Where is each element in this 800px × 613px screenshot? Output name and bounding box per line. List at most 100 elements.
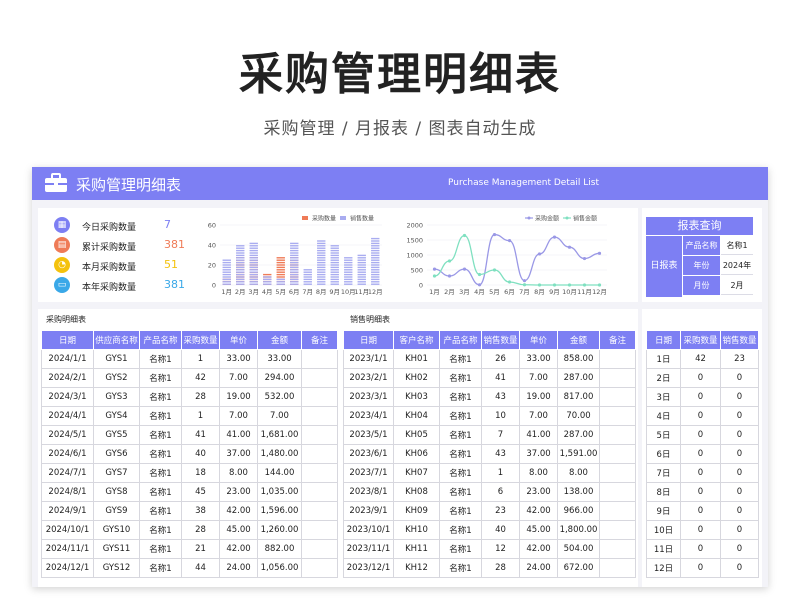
- table-cell[interactable]: [301, 425, 338, 445]
- table-cell[interactable]: KH12: [393, 558, 440, 578]
- table-cell[interactable]: 1,596.00: [257, 501, 302, 521]
- table-cell[interactable]: 8.00: [519, 463, 558, 483]
- table-cell[interactable]: 10日: [646, 520, 681, 540]
- table-cell[interactable]: 名称1: [439, 368, 482, 388]
- table-cell[interactable]: KH11: [393, 539, 440, 559]
- table-cell[interactable]: 1,480.00: [257, 444, 302, 464]
- table-cell[interactable]: 532.00: [257, 387, 302, 407]
- table-cell[interactable]: 42.00: [219, 501, 258, 521]
- table-cell[interactable]: 1,591.00: [557, 444, 600, 464]
- table-cell[interactable]: 2023/1/1: [343, 349, 394, 369]
- table-cell[interactable]: 名称1: [139, 520, 182, 540]
- table-cell[interactable]: KH02: [393, 368, 440, 388]
- table-cell[interactable]: 名称1: [439, 349, 482, 369]
- table-cell[interactable]: 42.00: [219, 539, 258, 559]
- table-cell[interactable]: 2024/9/1: [41, 501, 94, 521]
- table-cell[interactable]: 138.00: [557, 482, 600, 502]
- table-cell[interactable]: 0: [720, 463, 759, 483]
- table-cell[interactable]: 7.00: [219, 368, 258, 388]
- table-cell[interactable]: 2024/6/1: [41, 444, 94, 464]
- table-cell[interactable]: KH01: [393, 349, 440, 369]
- table-cell[interactable]: GYS2: [93, 368, 140, 388]
- table-cell[interactable]: 0: [680, 368, 721, 388]
- table-cell[interactable]: 2024/7/1: [41, 463, 94, 483]
- table-cell[interactable]: 40: [481, 520, 520, 540]
- table-cell[interactable]: 名称1: [139, 406, 182, 426]
- table-cell[interactable]: 10: [481, 406, 520, 426]
- table-cell[interactable]: 966.00: [557, 501, 600, 521]
- table-cell[interactable]: GYS10: [93, 520, 140, 540]
- table-cell[interactable]: 2023/11/1: [343, 539, 394, 559]
- table-cell[interactable]: 37.00: [219, 444, 258, 464]
- table-cell[interactable]: GYS12: [93, 558, 140, 578]
- table-cell[interactable]: [301, 501, 338, 521]
- table-cell[interactable]: [599, 406, 636, 426]
- table-cell[interactable]: 2023/9/1: [343, 501, 394, 521]
- table-cell[interactable]: 45.00: [219, 520, 258, 540]
- table-cell[interactable]: 28: [181, 520, 220, 540]
- table-cell[interactable]: 12日: [646, 558, 681, 578]
- table-cell[interactable]: 43: [481, 444, 520, 464]
- table-cell[interactable]: KH10: [393, 520, 440, 540]
- table-cell[interactable]: 23.00: [219, 482, 258, 502]
- table-cell[interactable]: 45.00: [519, 520, 558, 540]
- table-cell[interactable]: [599, 558, 636, 578]
- table-cell[interactable]: 40: [181, 444, 220, 464]
- table-cell[interactable]: 42.00: [519, 501, 558, 521]
- table-cell[interactable]: 2024/5/1: [41, 425, 94, 445]
- table-cell[interactable]: [599, 463, 636, 483]
- table-cell[interactable]: 0: [680, 425, 721, 445]
- table-cell[interactable]: GYS8: [93, 482, 140, 502]
- table-cell[interactable]: 2024/1/1: [41, 349, 94, 369]
- table-cell[interactable]: 9日: [646, 501, 681, 521]
- table-cell[interactable]: 2023/4/1: [343, 406, 394, 426]
- table-cell[interactable]: 2023/7/1: [343, 463, 394, 483]
- table-cell[interactable]: 11日: [646, 539, 681, 559]
- table-cell[interactable]: 23.00: [519, 482, 558, 502]
- table-cell[interactable]: 名称1: [439, 425, 482, 445]
- month-select[interactable]: 2月: [721, 276, 753, 295]
- table-cell[interactable]: [301, 444, 338, 464]
- table-cell[interactable]: 45: [181, 482, 220, 502]
- table-cell[interactable]: 名称1: [439, 501, 482, 521]
- table-cell[interactable]: 287.00: [557, 368, 600, 388]
- table-cell[interactable]: GYS7: [93, 463, 140, 483]
- table-cell[interactable]: 0: [720, 558, 759, 578]
- table-cell[interactable]: [599, 482, 636, 502]
- table-cell[interactable]: 28: [181, 387, 220, 407]
- table-cell[interactable]: 名称1: [439, 482, 482, 502]
- table-cell[interactable]: 0: [720, 520, 759, 540]
- table-cell[interactable]: 0: [680, 558, 721, 578]
- table-cell[interactable]: 2023/2/1: [343, 368, 394, 388]
- table-cell[interactable]: [301, 387, 338, 407]
- table-cell[interactable]: 1: [481, 463, 520, 483]
- table-cell[interactable]: GYS11: [93, 539, 140, 559]
- table-cell[interactable]: 名称1: [439, 444, 482, 464]
- table-cell[interactable]: 名称1: [139, 444, 182, 464]
- table-cell[interactable]: 7.00: [219, 406, 258, 426]
- table-cell[interactable]: 24.00: [219, 558, 258, 578]
- product-select[interactable]: 名称1: [721, 236, 753, 255]
- table-cell[interactable]: [301, 349, 338, 369]
- table-cell[interactable]: 名称1: [439, 520, 482, 540]
- table-cell[interactable]: [301, 406, 338, 426]
- table-cell[interactable]: KH05: [393, 425, 440, 445]
- table-cell[interactable]: [599, 387, 636, 407]
- table-cell[interactable]: KH09: [393, 501, 440, 521]
- table-cell[interactable]: KH08: [393, 482, 440, 502]
- table-cell[interactable]: 1,800.00: [557, 520, 600, 540]
- table-cell[interactable]: 0: [680, 482, 721, 502]
- table-cell[interactable]: [599, 520, 636, 540]
- table-cell[interactable]: GYS1: [93, 349, 140, 369]
- table-cell[interactable]: 8.00: [557, 463, 600, 483]
- table-cell[interactable]: 0: [720, 539, 759, 559]
- table-cell[interactable]: 名称1: [139, 501, 182, 521]
- table-cell[interactable]: 504.00: [557, 539, 600, 559]
- table-cell[interactable]: 33.00: [519, 349, 558, 369]
- table-cell[interactable]: 0: [680, 406, 721, 426]
- table-cell[interactable]: 18: [181, 463, 220, 483]
- table-cell[interactable]: GYS4: [93, 406, 140, 426]
- table-cell[interactable]: 0: [720, 501, 759, 521]
- table-cell[interactable]: 3日: [646, 387, 681, 407]
- table-cell[interactable]: 41: [181, 425, 220, 445]
